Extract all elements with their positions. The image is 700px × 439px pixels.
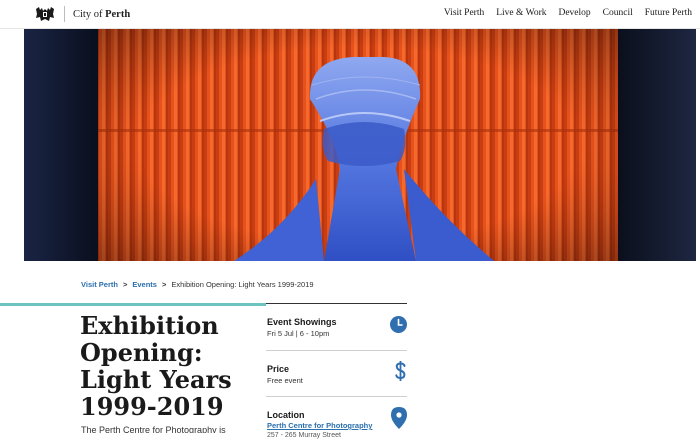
location-link[interactable]: Perth Centre for Photography [267, 421, 372, 430]
event-intro: The Perth Centre for Photography is [81, 425, 226, 433]
accent-line [0, 303, 266, 306]
breadcrumb-current: Exhibition Opening: Light Years 1999-201… [171, 280, 314, 289]
price-row: Price Free event [266, 350, 407, 396]
logo-prefix: City of [73, 8, 103, 20]
hero-image [24, 29, 696, 261]
location-heading: Location [267, 410, 305, 420]
city-of-perth-logo[interactable]: City of Perth [34, 6, 130, 22]
event-showings-value: Fri 5 Jul | 6 - 10pm [267, 329, 330, 338]
breadcrumb-separator: > [122, 280, 128, 289]
page-title: Exhibition Opening: Light Years 1999-201… [80, 311, 232, 421]
site-header: City of Perth Visit Perth Live & Work De… [0, 0, 700, 29]
dollar-icon [395, 361, 406, 381]
event-details-panel: Event Showings Fri 5 Jul | 6 - 10pm Pric… [266, 303, 407, 439]
main-nav: Visit Perth Live & Work Develop Council … [444, 8, 692, 18]
event-showings-heading: Event Showings [267, 317, 337, 327]
location-row: Location Perth Centre for Photography 25… [266, 396, 407, 439]
location-address: 257 - 265 Murray Street [267, 432, 341, 439]
hero-photo [24, 29, 696, 261]
logo-text: City of Perth [73, 9, 130, 20]
price-heading: Price [267, 364, 290, 374]
nav-council[interactable]: Council [603, 8, 633, 18]
nav-future-perth[interactable]: Future Perth [645, 8, 692, 18]
nav-live-work[interactable]: Live & Work [496, 8, 546, 18]
nav-visit-perth[interactable]: Visit Perth [444, 8, 484, 18]
logo-divider [64, 6, 65, 22]
event-showings-row: Event Showings Fri 5 Jul | 6 - 10pm [266, 303, 407, 350]
breadcrumb: Visit Perth > Events > Exhibition Openin… [81, 280, 314, 289]
nav-develop[interactable]: Develop [558, 8, 590, 18]
clock-icon [390, 316, 407, 333]
logo-city: Perth [105, 8, 131, 20]
price-value: Free event [267, 376, 303, 385]
breadcrumb-visit-perth[interactable]: Visit Perth [81, 280, 118, 289]
city-crest-icon [36, 7, 54, 21]
breadcrumb-separator: > [161, 280, 167, 289]
breadcrumb-events[interactable]: Events [132, 280, 157, 289]
map-pin-icon [391, 407, 407, 429]
